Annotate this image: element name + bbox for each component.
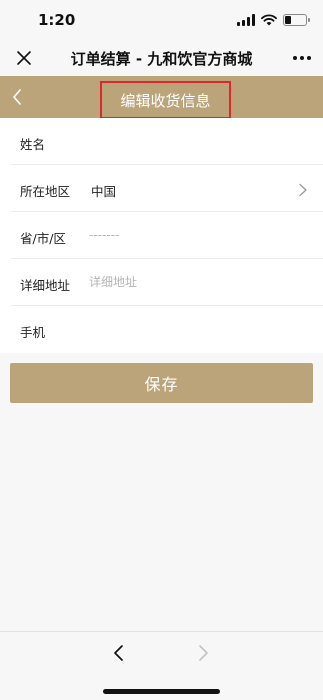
name-row[interactable]: 姓名 [11,118,323,165]
address-row[interactable]: 详细地址 [11,259,323,306]
save-button[interactable]: 保存 [10,363,313,403]
cellular-signal-icon [237,14,255,26]
home-indicator[interactable] [103,689,220,694]
back-arrow-icon[interactable] [8,86,28,108]
region-row[interactable]: 所在地区 中国 [11,165,323,212]
battery-level [285,16,291,24]
address-label: 详细地址 [20,278,71,293]
phone-input[interactable] [89,316,289,342]
more-options-icon[interactable] [293,50,311,66]
phone-label: 手机 [20,325,46,340]
address-input[interactable] [89,269,289,295]
header-title-highlight: 编辑收货信息 [100,81,231,119]
wechat-nav-bar: 订单结算 - 九和饮官方商城 [0,40,323,76]
status-icons [237,13,310,27]
browser-forward-icon[interactable] [196,643,210,663]
city-label: 省/市/区 [20,231,66,246]
browser-toolbar [0,631,323,700]
address-form: 姓名 所在地区 中国 省/市/区 详细地址 手机 [0,118,323,353]
city-row[interactable]: 省/市/区 [11,212,323,259]
wifi-icon [261,14,277,26]
chevron-right-icon [298,182,308,197]
page-header: 编辑收货信息 [0,76,323,119]
status-bar: 1:20 [0,0,323,40]
battery-icon [283,14,310,26]
region-label: 所在地区 [20,184,71,199]
city-select[interactable] [89,222,289,248]
browser-back-icon[interactable] [112,643,126,663]
name-label: 姓名 [20,137,46,152]
phone-row[interactable]: 手机 [11,306,323,353]
region-value: 中国 [91,184,117,199]
close-icon[interactable] [14,48,34,68]
name-input[interactable] [89,128,289,154]
page-title: 订单结算 - 九和饮官方商城 [70,50,253,68]
header-title: 编辑收货信息 [120,91,211,110]
status-time: 1:20 [38,11,76,29]
